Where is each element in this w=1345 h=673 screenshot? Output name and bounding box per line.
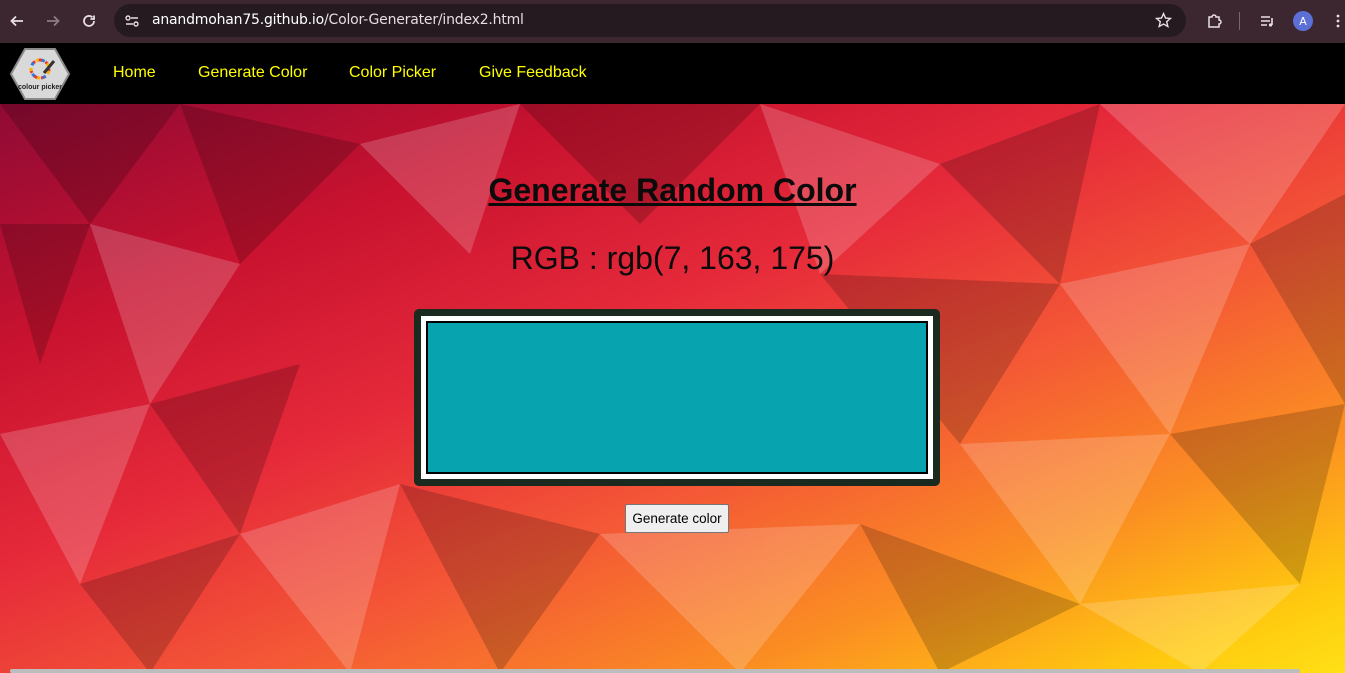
site-settings-icon[interactable] — [124, 13, 140, 29]
generate-color-button[interactable]: Generate color — [625, 504, 729, 533]
svg-text:colour picker: colour picker — [18, 84, 62, 91]
address-bar[interactable]: anandmohan75.github.io/Color-Generater/i… — [114, 4, 1186, 37]
nav-give-feedback-link[interactable]: Give Feedback — [479, 64, 587, 82]
colour-picker-logo[interactable]: colour picker — [9, 47, 71, 101]
site-navbar: colour picker Home Generate Color Color … — [0, 43, 1345, 104]
color-preview-frame — [414, 309, 940, 486]
bookmark-star-icon[interactable] — [1155, 12, 1172, 29]
nav-home-link[interactable]: Home — [113, 64, 156, 82]
forward-arrow-icon[interactable] — [40, 8, 66, 34]
extensions-icon[interactable] — [1201, 8, 1227, 34]
reload-icon[interactable] — [76, 8, 102, 34]
back-arrow-icon[interactable] — [4, 8, 30, 34]
toolbar-divider — [1239, 12, 1240, 30]
media-queue-icon[interactable] — [1254, 8, 1280, 34]
profile-avatar[interactable]: A — [1293, 11, 1313, 31]
horizontal-scrollbar[interactable] — [10, 669, 1300, 673]
kebab-menu-icon[interactable] — [1325, 8, 1345, 34]
page-heading: Generate Random Color — [488, 172, 857, 208]
main-content: Generate Random Color RGB : rgb(7, 163, … — [0, 104, 1345, 673]
url-text: anandmohan75.github.io/Color-Generater/i… — [152, 12, 524, 28]
color-preview-box — [426, 321, 928, 474]
browser-toolbar: anandmohan75.github.io/Color-Generater/i… — [0, 0, 1345, 43]
nav-generate-color-link[interactable]: Generate Color — [198, 64, 307, 82]
rgb-value-text: RGB : rgb(7, 163, 175) — [510, 240, 835, 276]
nav-color-picker-link[interactable]: Color Picker — [349, 64, 436, 82]
